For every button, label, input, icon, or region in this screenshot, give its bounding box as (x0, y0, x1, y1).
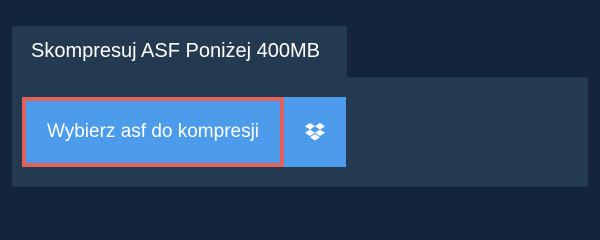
upload-panel: Wybierz asf do kompresji (12, 77, 588, 187)
upload-button-group: Wybierz asf do kompresji (22, 97, 346, 167)
select-file-label: Wybierz asf do kompresji (46, 121, 260, 142)
select-file-button[interactable]: Wybierz asf do kompresji (22, 97, 284, 167)
dropbox-icon (305, 123, 325, 141)
tab-title: Skompresuj ASF Poniżej 400MB (31, 40, 321, 62)
compress-tab: Skompresuj ASF Poniżej 400MB (12, 26, 347, 77)
dropbox-button[interactable] (284, 97, 346, 167)
